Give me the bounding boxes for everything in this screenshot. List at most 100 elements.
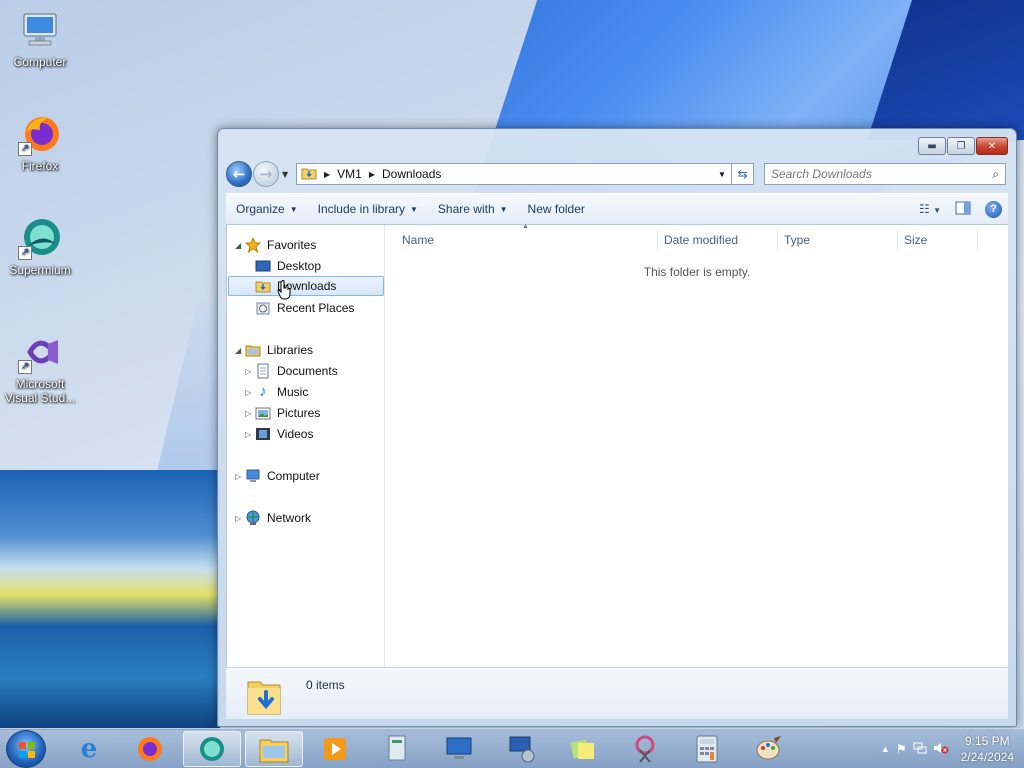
wallpaper-shape xyxy=(0,470,220,730)
nav-downloads[interactable]: Downloads xyxy=(228,276,384,296)
collapse-arrow-icon[interactable]: ◢ xyxy=(235,241,245,250)
system-tray: ▲ ⚑ 9:15 PM 2/24/2024 xyxy=(881,729,1024,768)
computer-icon xyxy=(245,468,261,484)
sticky-notes-icon xyxy=(570,739,594,759)
column-header-type[interactable]: Type xyxy=(778,229,898,251)
taskbar-windows-explorer[interactable] xyxy=(245,731,303,767)
breadcrumb-vm1[interactable]: VM1 xyxy=(337,167,362,181)
folder-icon xyxy=(301,166,317,183)
expand-arrow-icon[interactable]: ▷ xyxy=(235,472,245,481)
nav-desktop[interactable]: Desktop xyxy=(255,256,321,276)
nav-documents[interactable]: ▷ Documents xyxy=(245,361,338,381)
nav-label: Libraries xyxy=(267,343,314,357)
desktop-icon-supermium[interactable]: ↗ Supermium xyxy=(0,216,80,277)
file-list[interactable]: Name ▲ Date modified Type Size This fold… xyxy=(386,223,1008,667)
desktop-icon-firefox[interactable]: ↗ Firefox xyxy=(0,112,80,173)
column-header-label: Type xyxy=(784,233,811,247)
column-header-label: Date modified xyxy=(664,233,739,247)
nav-label: Music xyxy=(277,385,309,399)
address-dropdown-icon[interactable]: ▼ xyxy=(713,170,731,179)
organize-label: Organize xyxy=(236,202,285,216)
taskbar-internet-explorer[interactable]: e xyxy=(60,731,118,767)
expand-arrow-icon[interactable]: ▷ xyxy=(245,388,255,397)
include-in-library-button[interactable]: Include in library ▼ xyxy=(308,194,428,224)
nav-videos[interactable]: ▷ Videos xyxy=(245,424,313,444)
taskbar-sticky-notes[interactable] xyxy=(554,731,612,767)
taskbar-paint[interactable] xyxy=(740,731,798,767)
windows-explorer-icon xyxy=(259,739,289,763)
show-hidden-icons-icon[interactable]: ▲ xyxy=(881,744,890,754)
shortcut-arrow-icon: ↗ xyxy=(18,142,32,156)
search-box[interactable]: ⌕ xyxy=(764,163,1006,185)
breadcrumb-separator-icon[interactable]: ▶ xyxy=(324,170,330,179)
snipping-tool-icon xyxy=(635,735,655,763)
expand-arrow-icon[interactable]: ▷ xyxy=(245,409,255,418)
nav-pictures[interactable]: ▷ Pictures xyxy=(245,403,320,423)
help-icon[interactable]: ? xyxy=(985,200,1002,218)
taskbar-supermium[interactable] xyxy=(183,731,241,767)
nav-network[interactable]: ▷ Network xyxy=(235,508,311,528)
close-button[interactable]: ✕ xyxy=(976,137,1008,155)
firefox-icon: ↗ xyxy=(18,112,62,156)
recent-pages-dropdown[interactable]: ▼ xyxy=(282,170,292,179)
taskbar-firefox[interactable] xyxy=(121,731,179,767)
clock[interactable]: 9:15 PM 2/24/2024 xyxy=(961,733,1014,765)
empty-folder-message: This folder is empty. xyxy=(643,265,751,279)
minimize-button[interactable]: ▬ xyxy=(918,137,946,155)
desktop-icon xyxy=(255,258,271,274)
nav-favorites[interactable]: ◢ Favorites xyxy=(235,235,316,255)
include-in-library-label: Include in library xyxy=(317,202,405,216)
nav-libraries[interactable]: ◢ Libraries xyxy=(235,340,313,360)
volume-muted-icon[interactable] xyxy=(933,741,949,758)
nav-music[interactable]: ▷ ♪ Music xyxy=(245,382,308,402)
column-headers: Name ▲ Date modified Type Size xyxy=(386,223,1008,251)
visual-studio-icon: ↗ xyxy=(18,330,62,374)
preview-pane-icon[interactable] xyxy=(955,201,971,218)
share-with-button[interactable]: Share with ▼ xyxy=(428,194,518,224)
back-button[interactable]: ← xyxy=(226,161,252,187)
explorer-body: ◢ Favorites Desktop Downloads Recent Pla… xyxy=(226,223,1008,667)
nav-computer[interactable]: ▷ Computer xyxy=(235,466,320,486)
windows-logo-icon xyxy=(19,742,35,758)
maximize-button[interactable]: ❐ xyxy=(947,137,975,155)
supermium-icon: ↗ xyxy=(18,216,62,260)
computer-icon xyxy=(18,8,62,52)
clock-date: 2/24/2024 xyxy=(960,750,1014,764)
nav-label: Pictures xyxy=(277,406,321,420)
taskbar-document[interactable] xyxy=(368,731,426,767)
taskbar-remote-desktop[interactable] xyxy=(430,731,488,767)
refresh-button[interactable]: ⇆ xyxy=(732,163,754,185)
start-button[interactable] xyxy=(6,730,46,768)
column-header-date-modified[interactable]: Date modified xyxy=(658,229,778,251)
network-status-icon[interactable] xyxy=(913,741,927,758)
navigation-bar: ← → ▼ ▶ VM1 ▶ Downloads ▼ ⇆ ⌕ xyxy=(226,161,1008,187)
taskbar-media-player[interactable] xyxy=(306,731,364,767)
nav-recent-places[interactable]: Recent Places xyxy=(255,298,354,318)
media-player-icon xyxy=(324,738,346,760)
breadcrumb-downloads[interactable]: Downloads xyxy=(382,167,441,181)
breadcrumb-separator-icon[interactable]: ▶ xyxy=(369,170,375,179)
address-bar[interactable]: ▶ VM1 ▶ Downloads ▼ xyxy=(296,163,732,185)
collapse-arrow-icon[interactable]: ◢ xyxy=(235,346,245,355)
view-options-icon[interactable]: ☷ ▼ xyxy=(919,202,941,216)
desktop-icon-visual-studio[interactable]: ↗ Microsoft Visual Stud... xyxy=(0,330,80,405)
expand-arrow-icon[interactable]: ▷ xyxy=(235,514,245,523)
organize-button[interactable]: Organize ▼ xyxy=(226,194,308,224)
desktop-icon-computer[interactable]: Computer xyxy=(0,8,80,69)
network-icon xyxy=(509,736,535,763)
taskbar-snipping-tool[interactable] xyxy=(616,731,674,767)
column-header-name[interactable]: Name xyxy=(396,229,658,251)
nav-label: Computer xyxy=(267,469,320,483)
explorer-window[interactable]: ▬ ❐ ✕ ← → ▼ ▶ VM1 ▶ Downloads ▼ ⇆ ⌕ Orga… xyxy=(217,128,1017,727)
expand-arrow-icon[interactable]: ▷ xyxy=(245,430,255,439)
taskbar-calculator[interactable] xyxy=(678,731,736,767)
column-header-size[interactable]: Size xyxy=(898,229,978,251)
new-folder-button[interactable]: New folder xyxy=(518,194,595,224)
search-icon[interactable]: ⌕ xyxy=(992,167,999,182)
forward-button[interactable]: → xyxy=(253,161,279,187)
expand-arrow-icon[interactable]: ▷ xyxy=(245,367,255,376)
taskbar-network[interactable] xyxy=(492,731,550,767)
action-center-flag-icon[interactable]: ⚑ xyxy=(896,742,907,756)
paint-icon xyxy=(756,736,781,760)
search-input[interactable] xyxy=(771,167,993,181)
